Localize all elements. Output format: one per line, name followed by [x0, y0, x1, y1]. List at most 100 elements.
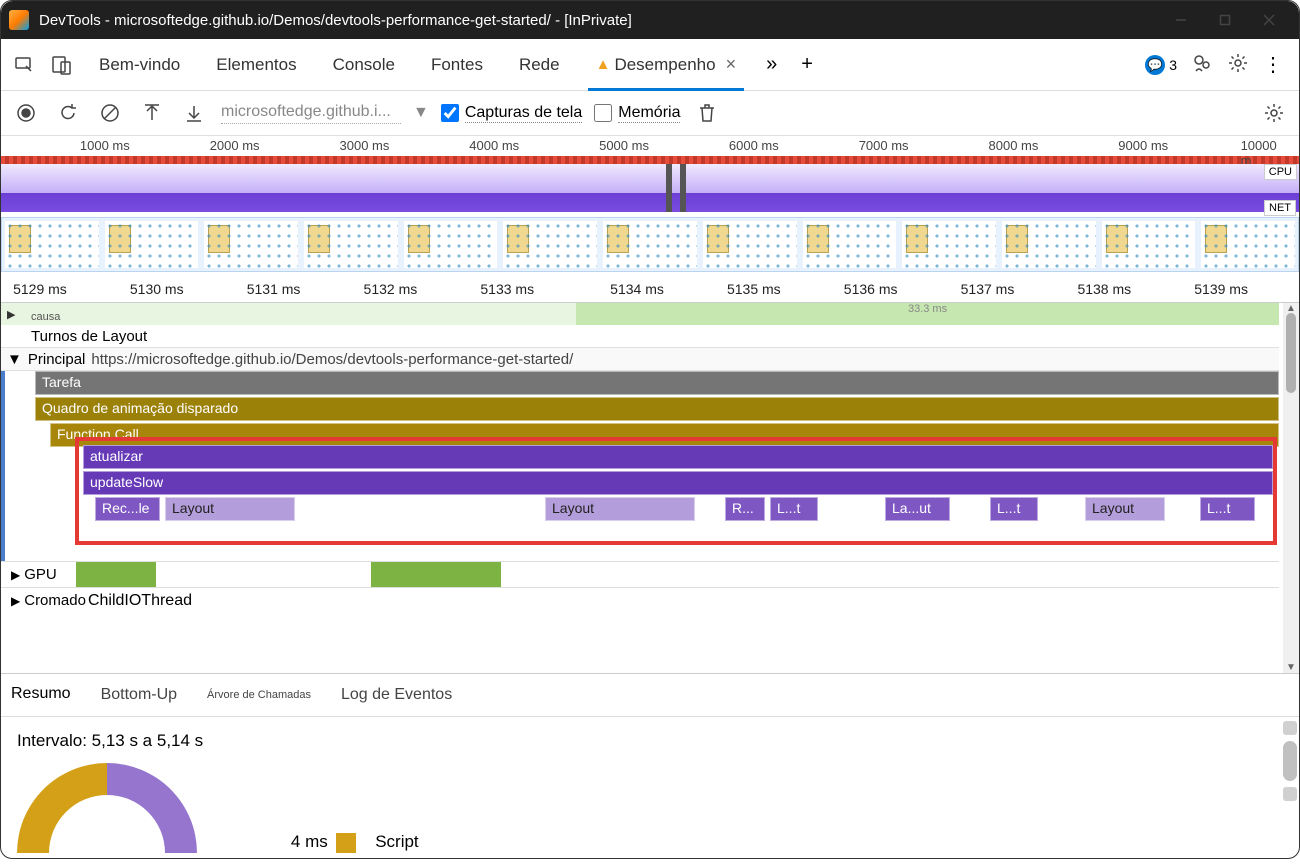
tab-calltree[interactable]: Árvore de Chamadas [207, 679, 311, 711]
screenshot-thumb[interactable] [404, 221, 498, 268]
upload-button[interactable] [137, 98, 167, 128]
scrollbar-thumb[interactable] [1283, 741, 1297, 781]
tab-console[interactable]: Console [317, 39, 411, 91]
ruler-tick: 1000 ms [80, 138, 130, 153]
scrollbar-thumb[interactable] [1286, 313, 1296, 393]
minimize-button[interactable] [1159, 1, 1203, 39]
legend-label: Script [375, 832, 418, 851]
screenshots-strip[interactable]: NET [1, 217, 1299, 272]
flame-updateslow[interactable]: updateSlow [83, 471, 1273, 495]
expand-icon[interactable]: ▼ [7, 351, 22, 368]
ruler-tick: 7000 ms [859, 138, 909, 153]
download-button[interactable] [179, 98, 209, 128]
screenshot-thumb[interactable] [503, 221, 597, 268]
frames-track[interactable]: ▶ causa 33.3 ms [1, 303, 1279, 325]
screenshot-thumb[interactable] [1002, 221, 1096, 268]
flame-r[interactable]: R... [725, 497, 765, 521]
tab-network[interactable]: Rede [503, 39, 576, 91]
flame-chart-area[interactable]: ▶ causa 33.3 ms Turnos de Layout ▼ Princ… [1, 303, 1299, 673]
tab-close-icon[interactable]: × [726, 54, 737, 75]
flame-atualizar[interactable]: atualizar [83, 445, 1273, 469]
feedback-icon[interactable] [1191, 52, 1213, 77]
causa-label: causa [31, 311, 60, 323]
flame-laut[interactable]: La...ut [885, 497, 950, 521]
scroll-down-icon[interactable] [1283, 787, 1297, 801]
frame-span[interactable]: 33.3 ms [576, 303, 1279, 325]
screenshots-check[interactable] [441, 104, 459, 122]
ruler-tick: 2000 ms [210, 138, 260, 153]
screenshot-thumb[interactable] [803, 221, 897, 268]
memory-label: Memória [618, 104, 680, 123]
chromium-track[interactable]: ▶ Cromado ChildIOThread [1, 587, 1279, 613]
summary-panel: Intervalo: 5,13 s a 5,14 s 4 ms Script [1, 717, 1299, 867]
screenshot-thumb[interactable] [603, 221, 697, 268]
flame-lt[interactable]: L...t [1200, 497, 1255, 521]
timeline-overview[interactable]: 1000 ms 2000 ms 3000 ms 4000 ms 5000 ms … [1, 136, 1299, 303]
expand-icon[interactable]: ▶ [1, 308, 15, 321]
memory-checkbox[interactable]: Memória [594, 104, 680, 123]
flame-layout[interactable]: Layout [1085, 497, 1165, 521]
screenshot-thumb[interactable] [5, 221, 99, 268]
settings-icon[interactable] [1227, 52, 1249, 77]
detail-tick: 5135 ms [727, 281, 781, 297]
screenshot-thumb[interactable] [902, 221, 996, 268]
flame-lt[interactable]: L...t [770, 497, 818, 521]
recording-url[interactable]: microsoftedge.github.i... [221, 103, 401, 124]
capture-settings-icon[interactable] [1259, 98, 1289, 128]
screenshot-thumb[interactable] [703, 221, 797, 268]
tab-bottomup[interactable]: Bottom-Up [101, 676, 177, 714]
clear-button[interactable] [95, 98, 125, 128]
detail-tick: 5138 ms [1077, 281, 1131, 297]
expand-icon[interactable]: ▶ [11, 568, 20, 582]
tab-performance[interactable]: ▲ Desempenho × [580, 39, 753, 91]
ruler-tick: 8000 ms [989, 138, 1039, 153]
main-url: https://microsoftedge.github.io/Demos/de… [91, 351, 573, 368]
record-button[interactable] [11, 98, 41, 128]
issues-badge[interactable]: 💬 3 [1145, 55, 1177, 75]
device-toggle-icon[interactable] [45, 48, 79, 82]
maximize-button[interactable] [1203, 1, 1247, 39]
screenshot-thumb[interactable] [105, 221, 199, 268]
detail-tick: 5129 ms [13, 281, 67, 297]
tab-elements[interactable]: Elementos [200, 39, 312, 91]
gpu-label: GPU [24, 566, 57, 583]
layout-shifts-row[interactable]: Turnos de Layout [1, 325, 1279, 347]
flame-chart[interactable]: Tarefa Quadro de animação disparado Func… [1, 371, 1279, 561]
tab-welcome[interactable]: Bem-vindo [83, 39, 196, 91]
screenshot-thumb[interactable] [1201, 221, 1295, 268]
reload-button[interactable] [53, 98, 83, 128]
tab-sources[interactable]: Fontes [415, 39, 499, 91]
cpu-label: CPU [1264, 164, 1297, 180]
main-thread-header[interactable]: ▼ Principal https://microsoftedge.github… [1, 347, 1279, 371]
ruler-tick: 4000 ms [469, 138, 519, 153]
inspect-icon[interactable] [7, 48, 41, 82]
vertical-scrollbar[interactable]: ▲ ▼ [1283, 303, 1299, 673]
detail-tick: 5132 ms [364, 281, 418, 297]
gpu-track[interactable]: ▶ GPU [1, 561, 1279, 587]
kebab-icon[interactable]: ⋮ [1263, 52, 1283, 77]
screenshot-thumb[interactable] [1102, 221, 1196, 268]
flame-rec[interactable]: Rec...le [95, 497, 160, 521]
flame-animframe[interactable]: Quadro de animação disparado [35, 397, 1279, 421]
flame-task[interactable]: Tarefa [35, 371, 1279, 395]
tab-summary[interactable]: Resumo [11, 675, 71, 715]
add-tab-icon[interactable]: + [791, 53, 823, 76]
expand-icon[interactable]: ▶ [11, 594, 20, 608]
memory-check[interactable] [594, 104, 612, 122]
flame-layout[interactable]: Layout [165, 497, 295, 521]
screenshot-thumb[interactable] [304, 221, 398, 268]
scroll-up-icon[interactable] [1283, 721, 1297, 735]
cpu-overview[interactable]: CPU [1, 164, 1299, 212]
screenshots-checkbox[interactable]: Capturas de tela [441, 104, 582, 123]
screenshot-thumb[interactable] [204, 221, 298, 268]
flame-layout[interactable]: Layout [545, 497, 695, 521]
flame-lt[interactable]: L...t [990, 497, 1038, 521]
detail-tick: 5130 ms [130, 281, 184, 297]
window-titlebar: DevTools - microsoftedge.github.io/Demos… [1, 1, 1299, 39]
summary-scrollbar[interactable] [1283, 721, 1297, 807]
more-tabs-icon[interactable]: » [756, 53, 787, 76]
trash-button[interactable] [692, 98, 722, 128]
close-button[interactable] [1247, 1, 1291, 39]
url-dropdown-icon[interactable]: ▼ [413, 104, 429, 122]
tab-eventlog[interactable]: Log de Eventos [341, 676, 452, 714]
